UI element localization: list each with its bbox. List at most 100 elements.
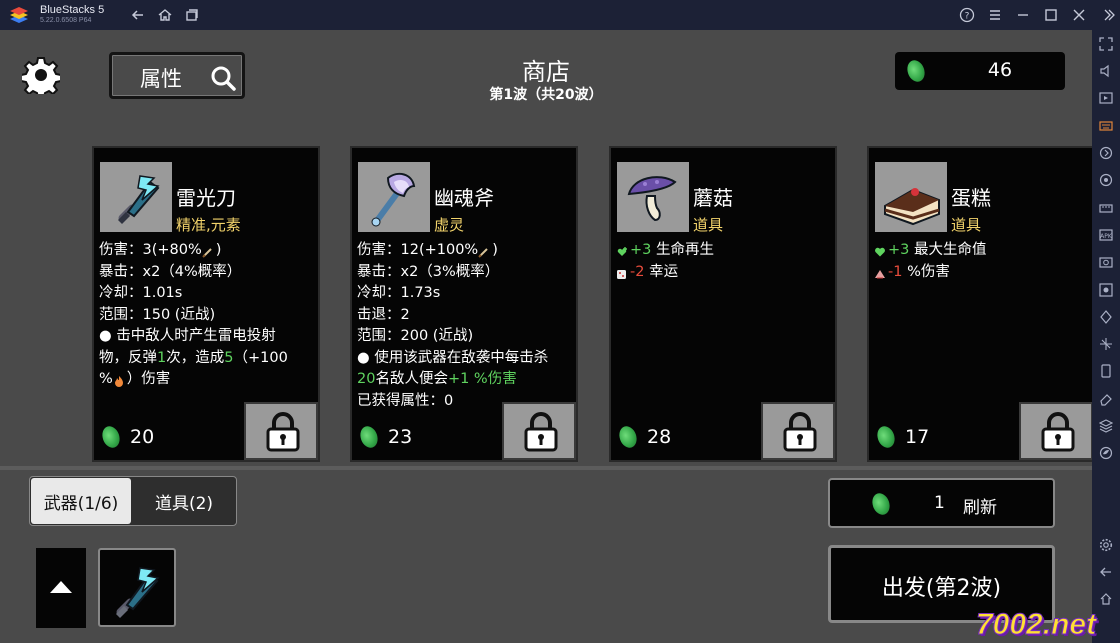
stat-text: 物，反弹 xyxy=(99,349,157,366)
shake-icon[interactable] xyxy=(1099,309,1113,324)
refresh-button[interactable]: 1 刷新 xyxy=(828,478,1055,528)
card-stats: 伤害：3(+80%) 暴击：x2（4%概率） 冷却：1.01s 范围：150 (近战)… xyxy=(99,240,319,391)
shop-card[interactable]: 蘑菇 道具 +3 生命再生 -2 幸运 28 xyxy=(609,146,837,462)
stat-text: ) xyxy=(492,242,498,258)
eraser-icon[interactable] xyxy=(1099,391,1113,406)
shop-card[interactable]: 蛋糕 道具 +3 最大生命值 -1 %伤害 17 xyxy=(867,146,1092,462)
close-icon[interactable] xyxy=(1071,7,1087,23)
price-value: 23 xyxy=(388,426,413,448)
heart-icon xyxy=(874,244,886,257)
lock-button[interactable] xyxy=(244,402,318,460)
stat-line: 冷却：1.73s xyxy=(357,283,577,305)
keyboard-icon[interactable] xyxy=(1099,118,1113,132)
location-icon[interactable] xyxy=(1099,336,1113,350)
stat-line: +3 最大生命值 xyxy=(874,240,1092,262)
help-icon[interactable]: ? xyxy=(959,7,975,23)
tab-items[interactable]: 道具(2) xyxy=(133,478,235,524)
refresh-cost: 1 xyxy=(934,493,945,513)
shop-card[interactable]: 雷光刀 精准,元素 伤害：3(+80%) 暴击：x2（4%概率） 冷却：1.01s 范… xyxy=(92,146,320,462)
stat-text: 伤害：3(+80% xyxy=(99,242,202,258)
volume-icon[interactable] xyxy=(1099,63,1113,78)
stat-line: % ）伤害 xyxy=(99,369,319,391)
watermark: 7002.net xyxy=(975,608,1097,642)
stat-line: -2 幸运 xyxy=(616,262,836,284)
search-icon xyxy=(211,66,236,91)
card-price: 20 xyxy=(99,423,155,451)
app-version: 5.22.0.6508 P64 xyxy=(40,17,92,24)
record-icon[interactable] xyxy=(1099,282,1113,297)
settings-gear-icon[interactable] xyxy=(20,56,62,99)
fullscreen-icon[interactable] xyxy=(1099,36,1113,51)
stat-text: 1 xyxy=(157,349,167,366)
card-price: 28 xyxy=(616,423,672,451)
stat-line: 范围：150 (近战) xyxy=(99,305,319,327)
macro-icon[interactable] xyxy=(1099,145,1113,160)
owned-weapon-slot[interactable] xyxy=(98,548,176,627)
sword-icon xyxy=(202,244,214,258)
stat-line: -1 %伤害 xyxy=(874,262,1092,284)
lock-button[interactable] xyxy=(761,402,835,460)
apk-install-icon[interactable] xyxy=(1099,200,1113,214)
layers-icon[interactable] xyxy=(1098,418,1114,433)
price-value: 28 xyxy=(647,426,672,448)
card-name: 蛋糕 xyxy=(951,186,991,210)
shop-card[interactable]: 幽魂斧 虚灵 伤害：12(+100%) 暴击：x2（3%概率） 冷却：1.73s 击退… xyxy=(350,146,578,462)
stat-line: 物，反弹1次，造成5（+100 xyxy=(99,348,319,370)
stat-text: +3 xyxy=(888,242,910,258)
stat-text: +1 %伤害 xyxy=(447,371,517,387)
device-icon[interactable] xyxy=(1099,363,1113,378)
attributes-search-button[interactable]: 属性 xyxy=(109,52,245,99)
home-icon[interactable] xyxy=(157,7,173,23)
back-arrow-icon[interactable] xyxy=(1099,564,1113,578)
stat-text: ）伤害 xyxy=(126,371,171,387)
card-tags: 精准,元素 xyxy=(176,216,241,234)
dice-icon xyxy=(616,266,628,279)
card-name: 雷光刀 xyxy=(176,186,236,210)
stat-line: 范围：200 (近战) xyxy=(357,326,577,348)
rotate-icon[interactable] xyxy=(1099,172,1113,187)
lock-button[interactable] xyxy=(1019,402,1092,460)
settings-icon[interactable] xyxy=(1099,537,1113,552)
stat-text: 击退：2 xyxy=(357,306,410,323)
attributes-label: 属性 xyxy=(140,67,182,91)
home-button-icon[interactable] xyxy=(1099,591,1113,605)
inventory-tabs: 武器(1/6) 道具(2) xyxy=(29,476,237,526)
coin-icon xyxy=(869,490,893,518)
media-icon[interactable] xyxy=(1099,90,1113,104)
price-value: 20 xyxy=(130,426,155,448)
eco-mode-icon[interactable] xyxy=(1099,445,1113,460)
stat-text: 20 xyxy=(357,371,376,387)
stat-line: 冷却：1.01s xyxy=(99,283,319,305)
stat-text: 名敌人便会 xyxy=(375,371,448,387)
menu-icon[interactable] xyxy=(987,7,1003,23)
maximize-icon[interactable] xyxy=(1043,7,1059,23)
stat-text: 最大生命值 xyxy=(909,242,987,258)
stat-text: %伤害 xyxy=(902,263,950,280)
card-price: 17 xyxy=(874,423,930,451)
stat-text: 暴击：x2（4%概率） xyxy=(99,263,242,280)
lock-button[interactable] xyxy=(502,402,576,460)
minimize-icon[interactable] xyxy=(1015,7,1031,23)
tab-weapons[interactable]: 武器(1/6) xyxy=(31,478,131,524)
depart-label: 出发(第2波) xyxy=(881,576,1002,601)
coin-icon xyxy=(616,423,640,451)
money-value: 46 xyxy=(987,59,1013,81)
price-value: 17 xyxy=(905,426,930,448)
back-icon[interactable] xyxy=(130,7,146,23)
title-bar: BlueStacks 5 5.22.0.6508 P64 ? xyxy=(0,0,1120,30)
stat-text: ● 使用该武器在敌袭中每击杀 xyxy=(357,349,549,366)
stat-text: 范围：200 (近战) xyxy=(357,328,474,344)
multi-instance-icon[interactable] xyxy=(184,7,200,23)
stat-text: -2 xyxy=(630,263,645,280)
stat-text: 暴击：x2（3%概率） xyxy=(357,263,500,280)
scroll-up-button[interactable] xyxy=(36,548,86,628)
apk-icon[interactable]: APK xyxy=(1099,227,1113,241)
stat-text: ) xyxy=(215,242,222,258)
page-title: 商店 xyxy=(522,58,570,86)
screenshot-icon[interactable] xyxy=(1099,254,1113,268)
collapse-sidebar-icon[interactable] xyxy=(1099,7,1115,23)
wave-indicator: 第1波（共20波） xyxy=(489,87,603,103)
lock-icon xyxy=(783,412,817,452)
coin-icon xyxy=(357,423,381,451)
bluestacks-logo-icon xyxy=(10,7,28,23)
